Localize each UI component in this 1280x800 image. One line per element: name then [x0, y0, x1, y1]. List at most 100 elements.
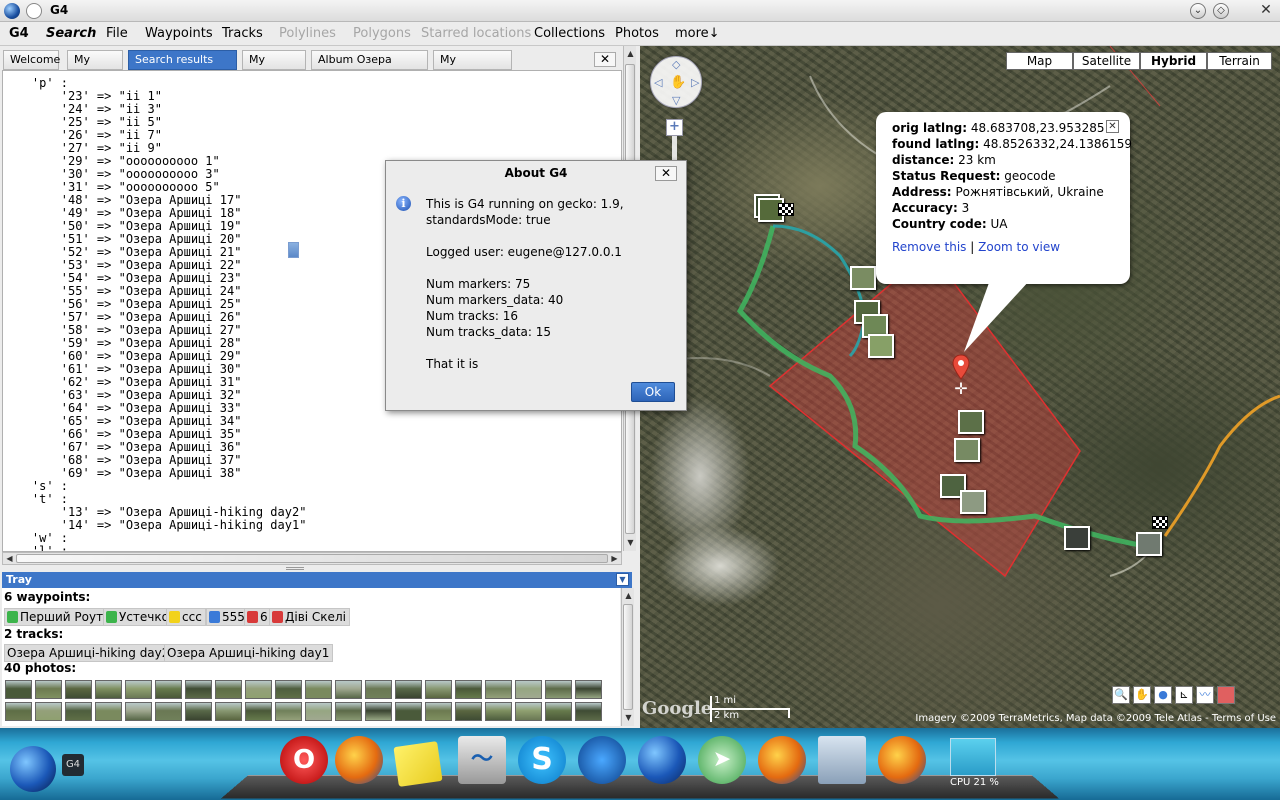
zoom-to-view-link[interactable]: Zoom to view: [978, 240, 1060, 254]
map-photo-thumb[interactable]: [954, 438, 980, 462]
photo-thumbnail[interactable]: [575, 680, 602, 699]
photo-thumbnail[interactable]: [395, 680, 422, 699]
photo-thumbnail[interactable]: [485, 702, 512, 721]
photo-thumbnail[interactable]: [365, 702, 392, 721]
photo-thumbnail[interactable]: [305, 702, 332, 721]
menu-more[interactable]: more↓: [675, 26, 720, 41]
cpu-monitor[interactable]: [950, 738, 996, 776]
maptype-terrain[interactable]: Terrain: [1207, 52, 1272, 70]
firefox-icon[interactable]: [758, 736, 806, 784]
network-globe-icon[interactable]: [578, 736, 626, 784]
map-photo-thumb[interactable]: [1064, 526, 1090, 550]
menu-waypoints[interactable]: Waypoints: [145, 26, 213, 41]
map-photo-thumb[interactable]: [850, 266, 876, 290]
tab-welcome[interactable]: Welcome: [3, 50, 60, 70]
photo-thumbnail[interactable]: [545, 680, 572, 699]
photo-thumbnail[interactable]: [335, 702, 362, 721]
tray-scrollbar[interactable]: ▲ ▼: [621, 588, 634, 726]
skype-icon[interactable]: S: [518, 736, 566, 784]
scroll-right-icon[interactable]: ▶: [609, 553, 620, 564]
menu-polylines[interactable]: Polylines: [279, 26, 336, 41]
g4-app-icon[interactable]: [4, 3, 20, 19]
minimize-icon[interactable]: ⌄: [1190, 3, 1206, 19]
photo-thumbnail[interactable]: [185, 702, 212, 721]
photo-thumbnail[interactable]: [515, 680, 542, 699]
photo-thumbnail[interactable]: [575, 702, 602, 721]
waypoint-chip[interactable]: 555: [206, 608, 249, 626]
pin-icon[interactable]: [26, 3, 42, 19]
photo-thumbnail[interactable]: [215, 702, 242, 721]
waypoint-chip[interactable]: 6: [244, 608, 272, 626]
photo-thumbnail[interactable]: [335, 680, 362, 699]
system-monitor-icon[interactable]: 〜: [458, 736, 506, 784]
tab-album-ozera-arshytsi[interactable]: Album Озера Аршиці: [311, 50, 428, 84]
photo-thumbnail[interactable]: [215, 680, 242, 699]
photo-thumbnail[interactable]: [5, 702, 32, 721]
kde-globe-icon[interactable]: [638, 736, 686, 784]
map-photo-thumb[interactable]: [868, 334, 894, 358]
waypoint-chip[interactable]: Діві Скелі: [269, 608, 350, 626]
photo-thumbnail[interactable]: [125, 702, 152, 721]
menu-g4[interactable]: G4: [9, 26, 29, 41]
opera-icon[interactable]: O: [280, 736, 328, 784]
waypoint-chip[interactable]: Устечко: [103, 608, 173, 626]
track-chip-day1[interactable]: Озера Аршиці-hiking day1: [164, 644, 334, 662]
map-copyright[interactable]: Imagery ©2009 TerraMetrics, Map data ©20…: [915, 713, 1276, 724]
tab-search-results[interactable]: Search results 24FZ: [128, 50, 237, 84]
menu-collections[interactable]: Collections: [534, 26, 605, 41]
draw-polygon-icon[interactable]: [1217, 686, 1235, 704]
tray-scroll-down-icon[interactable]: ▼: [623, 712, 634, 723]
tray-scroll-thumb[interactable]: [623, 604, 633, 710]
photo-thumbnail[interactable]: [65, 680, 92, 699]
pane-splitter[interactable]: [286, 567, 304, 570]
info-window-close-icon[interactable]: ✕: [1106, 120, 1119, 133]
photo-thumbnail[interactable]: [275, 702, 302, 721]
photo-thumbnail[interactable]: [275, 680, 302, 699]
maptype-hybrid[interactable]: Hybrid: [1140, 52, 1207, 70]
menu-photos[interactable]: Photos: [615, 26, 659, 41]
map-photo-thumb[interactable]: [958, 410, 984, 434]
photo-thumbnail[interactable]: [245, 702, 272, 721]
menu-tracks[interactable]: Tracks: [222, 26, 263, 41]
photo-thumbnail[interactable]: [185, 680, 212, 699]
photo-thumbnail[interactable]: [365, 680, 392, 699]
pan-down-icon[interactable]: ▽: [672, 94, 680, 107]
tab-my-tracks[interactable]: My tracks: [67, 50, 123, 84]
scroll-up-icon[interactable]: ▲: [625, 48, 636, 59]
photo-thumbnail[interactable]: [125, 680, 152, 699]
map-photo-thumb[interactable]: [1136, 532, 1162, 556]
photo-thumbnail[interactable]: [545, 702, 572, 721]
photo-thumbnail[interactable]: [5, 680, 32, 699]
photo-thumbnail[interactable]: [155, 680, 182, 699]
menu-file[interactable]: File: [106, 26, 128, 41]
menu-starred-locations[interactable]: Starred locations: [421, 26, 531, 41]
photo-thumbnail[interactable]: [485, 680, 512, 699]
photo-thumbnail[interactable]: [455, 702, 482, 721]
photo-thumbnail[interactable]: [455, 680, 482, 699]
track-chip-day2[interactable]: Озера Аршиці-hiking day2: [4, 644, 174, 662]
tab-my-albums[interactable]: My albums: [242, 50, 306, 84]
gps-icon[interactable]: ➤: [698, 736, 746, 784]
hand-tool-icon[interactable]: ✋: [1133, 686, 1151, 704]
close-tab-icon[interactable]: ✕: [594, 52, 616, 67]
tray-collapse-icon[interactable]: ▼: [616, 573, 629, 586]
photo-thumbnail[interactable]: [425, 702, 452, 721]
menu-search[interactable]: Search: [46, 26, 96, 41]
dialog-close-icon[interactable]: ✕: [655, 166, 677, 181]
tray-scroll-up-icon[interactable]: ▲: [623, 590, 634, 601]
firefox-icon[interactable]: [335, 736, 383, 784]
map-photo-thumb[interactable]: [960, 490, 986, 514]
pan-control[interactable]: ◇ ◁ ▷ ▽ ✋: [650, 56, 702, 108]
draw-line-icon[interactable]: 〰: [1196, 686, 1214, 704]
menu-polygons[interactable]: Polygons: [353, 26, 411, 41]
tab-my-waypoints[interactable]: My waypoints: [433, 50, 512, 84]
task-g4[interactable]: G4: [62, 754, 84, 776]
sticky-note-icon[interactable]: [393, 741, 443, 787]
photo-thumbnail[interactable]: [395, 702, 422, 721]
close-window-icon[interactable]: ✕: [1258, 3, 1274, 19]
finish-flag-icon[interactable]: [1152, 516, 1168, 529]
maptype-map[interactable]: Map: [1006, 52, 1073, 70]
pan-left-icon[interactable]: ◁: [654, 76, 662, 89]
photo-thumbnail[interactable]: [95, 680, 122, 699]
remove-this-link[interactable]: Remove this: [892, 240, 966, 254]
